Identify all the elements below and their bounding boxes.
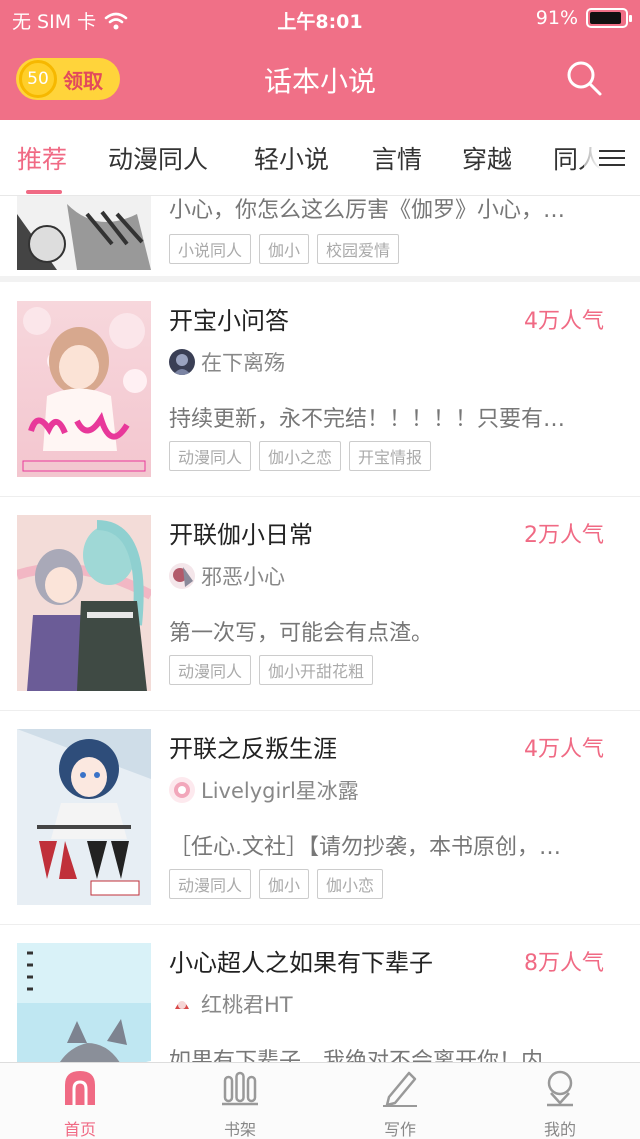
category-tabs: 推荐 动漫同人 轻小说 言情 穿越 同人 <box>0 120 640 196</box>
story-author[interactable]: 邪恶小心 <box>169 561 285 591</box>
tab-light-novel[interactable]: 轻小说 <box>254 140 329 176</box>
menu-icon <box>599 145 625 171</box>
page-title: 话本小说 <box>263 65 376 98</box>
author-name: Livelygirl星冰露 <box>201 779 359 803</box>
avatar <box>169 777 195 803</box>
battery-icon <box>586 8 632 28</box>
story-tags: 动漫同人 伽小开甜花粗 <box>169 655 374 685</box>
story-tags: 小说同人 伽小 校园爱情 <box>169 234 400 264</box>
story-tag[interactable]: 开宝情报 <box>349 441 432 471</box>
app-screen: 无 SIM 卡 上午8:01 91% 50 领取 话本小说 推荐 动漫同人 轻小… <box>0 0 640 1139</box>
story-popularity: 2万人气 <box>524 523 604 548</box>
nav-home[interactable]: 首页 <box>40 1069 120 1139</box>
story-description: 持续更新，永不完结！！！！！只要有… <box>169 407 566 432</box>
story-author[interactable]: Livelygirl星冰露 <box>169 775 359 805</box>
nav-profile[interactable]: 我的 <box>520 1069 600 1139</box>
nav-label: 书架 <box>223 1120 256 1139</box>
story-popularity: 4万人气 <box>524 737 604 762</box>
story-tag[interactable]: 动漫同人 <box>169 441 252 471</box>
profile-icon <box>547 1070 573 1107</box>
story-description: ［任心.文社］【请勿抄袭，本书原创，… <box>169 835 561 860</box>
avatar <box>169 349 195 375</box>
story-tags: 动漫同人 伽小之恋 开宝情报 <box>169 441 432 471</box>
tab-romance[interactable]: 言情 <box>372 140 422 176</box>
story-title[interactable]: 开联伽小日常 <box>169 515 313 550</box>
home-icon <box>65 1071 95 1105</box>
nav-label: 我的 <box>543 1120 576 1139</box>
story-item[interactable]: 小心，你怎么这么厉害《伽罗》小心，… 小说同人 伽小 校园爱情 <box>0 196 640 282</box>
story-popularity: 8万人气 <box>524 951 604 976</box>
top-bar: 无 SIM 卡 上午8:01 91% 50 领取 话本小说 <box>0 0 640 120</box>
story-title[interactable]: 开联之反叛生涯 <box>169 729 337 764</box>
story-tag[interactable]: 伽小恋 <box>317 869 384 899</box>
pen-icon <box>383 1071 417 1107</box>
story-item[interactable]: 小心超人之如果有下辈子 8万人气 红桃君HT 如果有下辈子，我绝对不会离开你！内… <box>0 925 640 1062</box>
bottom-navigation: 首页 书架 写作 我的 <box>0 1062 640 1139</box>
story-list[interactable]: 小心，你怎么这么厉害《伽罗》小心，… 小说同人 伽小 校园爱情 开宝小问答 4万… <box>0 196 640 1062</box>
tab-time-travel[interactable]: 穿越 <box>462 140 512 176</box>
nav-label: 首页 <box>63 1120 96 1139</box>
story-description: 如果有下辈子，我绝对不会离开你！内… <box>169 1049 566 1062</box>
story-cover <box>17 515 151 691</box>
story-item[interactable]: 开联伽小日常 2万人气 邪恶小心 第一次写，可能会有点渣。 动漫同人 伽小开甜花… <box>0 497 640 711</box>
active-tab-indicator <box>26 190 62 194</box>
story-tag[interactable]: 校园爱情 <box>317 234 400 264</box>
story-item[interactable]: 开联之反叛生涯 4万人气 Livelygirl星冰露 ［任心.文社］【请勿抄袭，… <box>0 711 640 925</box>
story-cover <box>17 729 151 905</box>
search-button[interactable] <box>564 58 604 98</box>
story-tag[interactable]: 伽小之恋 <box>259 441 342 471</box>
avatar <box>169 563 195 589</box>
story-title[interactable]: 开宝小问答 <box>169 301 289 336</box>
story-tag[interactable]: 动漫同人 <box>169 869 252 899</box>
author-name: 在下离殇 <box>201 351 285 375</box>
tabs-more-button[interactable] <box>584 120 640 195</box>
tab-anime-fanfic[interactable]: 动漫同人 <box>108 140 208 176</box>
story-tag[interactable]: 伽小开甜花粗 <box>259 655 374 685</box>
story-author[interactable]: 红桃君HT <box>169 989 293 1019</box>
story-tag[interactable]: 动漫同人 <box>169 655 252 685</box>
story-cover <box>17 301 151 477</box>
battery-percent: 91% <box>535 7 578 29</box>
story-tag[interactable]: 伽小 <box>259 869 310 899</box>
story-popularity: 4万人气 <box>524 309 604 334</box>
status-bar: 无 SIM 卡 上午8:01 91% <box>0 0 640 36</box>
nav-label: 写作 <box>383 1120 416 1139</box>
story-author[interactable]: 在下离殇 <box>169 347 285 377</box>
story-title[interactable]: 小心超人之如果有下辈子 <box>169 943 433 978</box>
tab-recommend[interactable]: 推荐 <box>17 140 67 176</box>
nav-write[interactable]: 写作 <box>360 1069 440 1139</box>
author-name: 邪恶小心 <box>201 565 285 589</box>
story-item[interactable]: 开宝小问答 4万人气 在下离殇 持续更新，永不完结！！！！！只要有… 动漫同人 … <box>0 283 640 497</box>
story-description: 第一次写，可能会有点渣。 <box>169 621 434 646</box>
author-name: 红桃君HT <box>201 993 293 1017</box>
bookshelf-icon <box>222 1071 258 1106</box>
search-icon <box>567 61 602 96</box>
story-tags: 动漫同人 伽小 伽小恋 <box>169 869 384 899</box>
story-tag[interactable]: 小说同人 <box>169 234 252 264</box>
story-cover <box>17 196 151 270</box>
story-tag[interactable]: 伽小 <box>259 234 310 264</box>
story-cover <box>17 943 151 1062</box>
story-description: 小心，你怎么这么厉害《伽罗》小心，… <box>169 198 566 223</box>
nav-bookshelf[interactable]: 书架 <box>200 1069 280 1139</box>
avatar <box>169 991 195 1017</box>
